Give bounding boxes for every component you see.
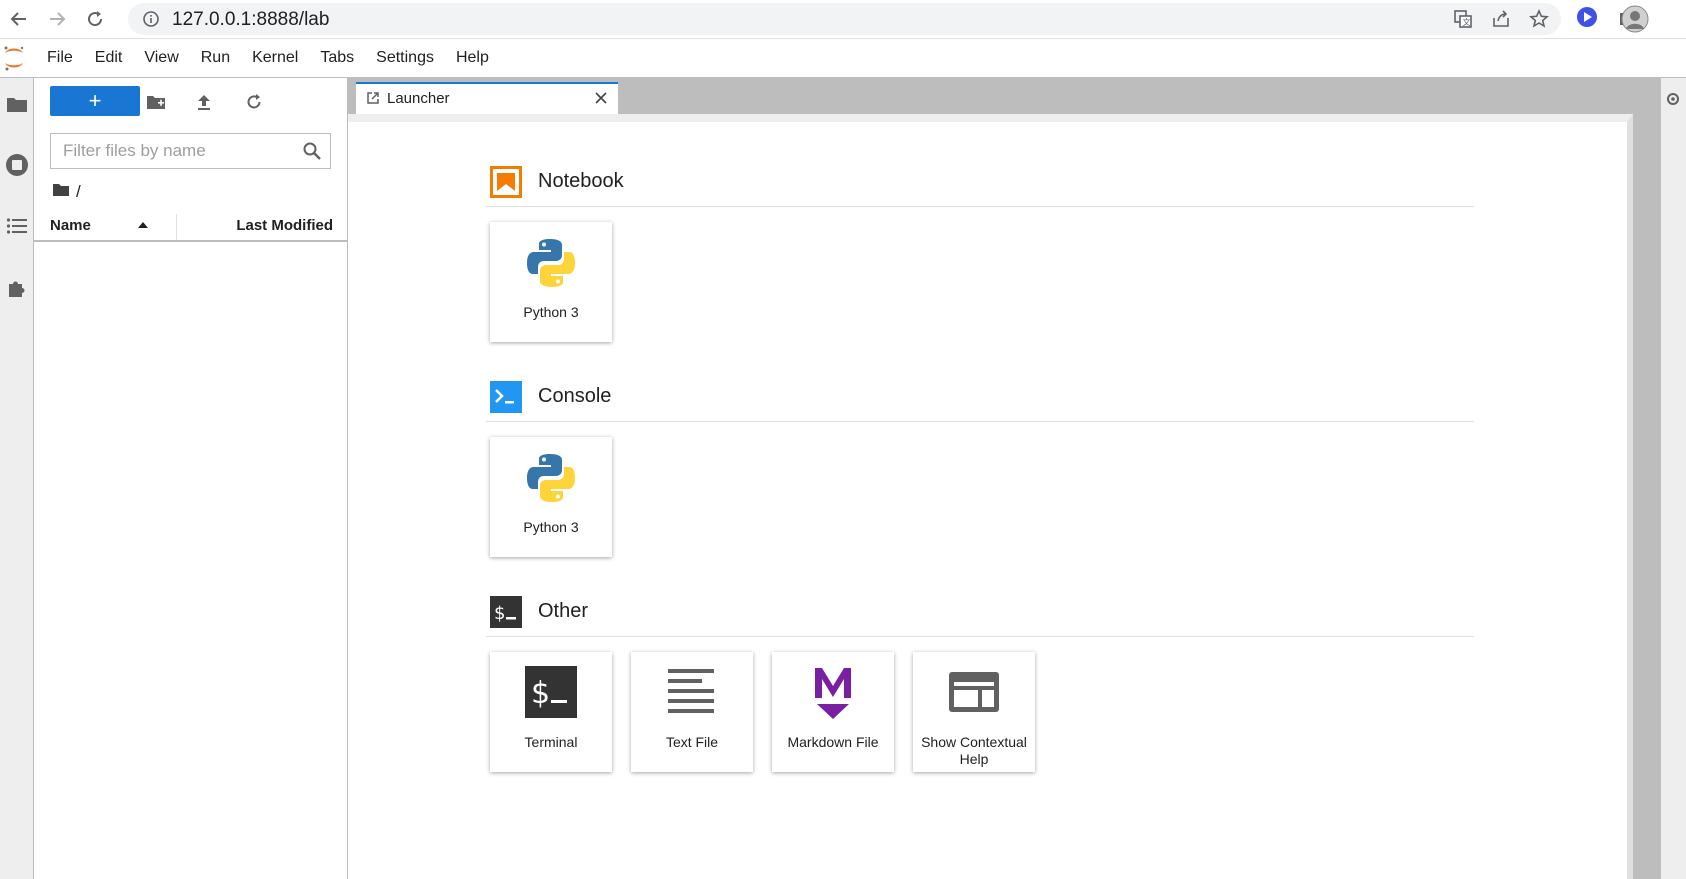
browser-toolbar: 127.0.0.1:8888/lab 文	[0, 0, 1686, 39]
console-section: Console Python 3	[486, 373, 1474, 557]
property-inspector-icon[interactable]	[1665, 90, 1681, 113]
filter-files-field[interactable]	[50, 133, 331, 169]
other-section-header: $ Other	[486, 588, 1474, 637]
menu-run[interactable]: Run	[190, 49, 241, 67]
notebook-section: Notebook Python 3	[486, 158, 1474, 342]
reload-icon[interactable]	[82, 6, 108, 32]
terminal-icon: $	[490, 666, 612, 718]
left-activity-bar	[0, 78, 34, 879]
home-folder-icon[interactable]	[52, 182, 70, 202]
menu-view[interactable]: View	[133, 49, 189, 67]
share-icon[interactable]	[1491, 9, 1511, 34]
file-browser-toolbar: +	[34, 86, 347, 120]
column-last-modified-header[interactable]: Last Modified	[236, 217, 333, 234]
site-info-icon[interactable]	[142, 10, 160, 33]
terminal-label: Terminal	[524, 734, 578, 750]
python-logo-icon	[490, 236, 612, 290]
profile-avatar-icon[interactable]	[1621, 5, 1649, 38]
file-listing-header: Name Last Modified	[34, 214, 347, 242]
search-icon	[302, 141, 322, 166]
close-tab-icon[interactable]	[594, 91, 608, 110]
menu-help[interactable]: Help	[445, 49, 500, 67]
forward-arrow-icon[interactable]	[44, 6, 70, 32]
console-python3-label: Python 3	[523, 519, 579, 535]
menu-file[interactable]: File	[36, 49, 84, 67]
notebook-section-header: Notebook	[486, 158, 1474, 207]
markdown-icon	[772, 666, 894, 722]
new-folder-icon[interactable]	[144, 90, 168, 114]
refresh-icon[interactable]	[242, 90, 266, 114]
menu-edit[interactable]: Edit	[84, 49, 134, 67]
tab-launcher-label: Launcher	[387, 90, 450, 107]
console-section-title: Console	[538, 385, 612, 407]
text-file-label: Text File	[665, 734, 719, 750]
markdown-file-label: Markdown File	[787, 734, 879, 750]
bookmark-star-icon[interactable]	[1529, 9, 1549, 34]
running-sessions-icon[interactable]	[3, 151, 30, 178]
jupyter-menubar: File Edit View Run Kernel Tabs Settings …	[0, 39, 1686, 78]
other-section: $ Other $ Terminal Text File Markdown Fi…	[486, 588, 1474, 772]
breadcrumb: /	[52, 182, 81, 202]
jupyter-logo-icon	[2, 44, 26, 77]
launcher-panel: Notebook Python 3 Console Python 3 $ Oth…	[348, 114, 1633, 879]
column-name-header[interactable]: Name	[50, 217, 91, 234]
other-section-title: Other	[538, 600, 589, 622]
table-of-contents-icon[interactable]	[3, 212, 30, 239]
contextual-help-card[interactable]: Show Contextual Help	[913, 652, 1035, 772]
notebook-icon	[490, 166, 522, 198]
svg-text:$: $	[531, 676, 550, 711]
upload-icon[interactable]	[192, 90, 216, 114]
address-bar[interactable]: 127.0.0.1:8888/lab 文	[128, 3, 1561, 35]
launcher-tab-icon	[366, 91, 380, 110]
sort-ascending-icon	[138, 222, 148, 228]
menu-tabs[interactable]: Tabs	[309, 49, 365, 67]
menu-settings[interactable]: Settings	[365, 49, 445, 67]
tab-bar: Launcher	[348, 78, 1660, 114]
contextual-help-icon	[913, 666, 1035, 718]
extension-play-icon[interactable]	[1576, 6, 1598, 33]
notebook-section-title: Notebook	[538, 170, 624, 192]
tab-launcher[interactable]: Launcher	[356, 82, 618, 114]
right-activity-bar	[1660, 78, 1686, 879]
menu-kernel[interactable]: Kernel	[241, 49, 309, 67]
translate-icon[interactable]: 文	[1453, 9, 1473, 34]
console-section-header: Console	[486, 373, 1474, 422]
column-divider[interactable]	[176, 214, 177, 240]
console-python3-card[interactable]: Python 3	[490, 437, 612, 557]
terminal-card[interactable]: $ Terminal	[490, 652, 612, 772]
svg-text:文: 文	[1463, 17, 1471, 27]
url-text[interactable]: 127.0.0.1:8888/lab	[172, 9, 329, 31]
text-file-card[interactable]: Text File	[631, 652, 753, 772]
svg-text:$: $	[494, 603, 505, 624]
notebook-python3-label: Python 3	[523, 304, 579, 320]
contextual-help-label: Show Contextual Help	[921, 734, 1027, 767]
file-browser-panel: + / Name Last Modified	[34, 78, 348, 879]
extension-manager-icon[interactable]	[3, 274, 30, 301]
notebook-python3-card[interactable]: Python 3	[490, 222, 612, 342]
breadcrumb-root[interactable]: /	[76, 182, 81, 202]
back-arrow-icon[interactable]	[6, 6, 32, 32]
text-file-icon	[631, 666, 753, 718]
main-dock-area: Launcher Notebook Python 3 Console Pytho…	[348, 78, 1660, 879]
new-launcher-button[interactable]: +	[50, 86, 140, 116]
markdown-file-card[interactable]: Markdown File	[772, 652, 894, 772]
console-icon	[490, 381, 522, 413]
other-terminal-icon: $	[490, 596, 522, 628]
folder-icon[interactable]	[3, 90, 30, 117]
python-logo-icon	[490, 451, 612, 505]
filter-files-input[interactable]	[51, 134, 303, 168]
